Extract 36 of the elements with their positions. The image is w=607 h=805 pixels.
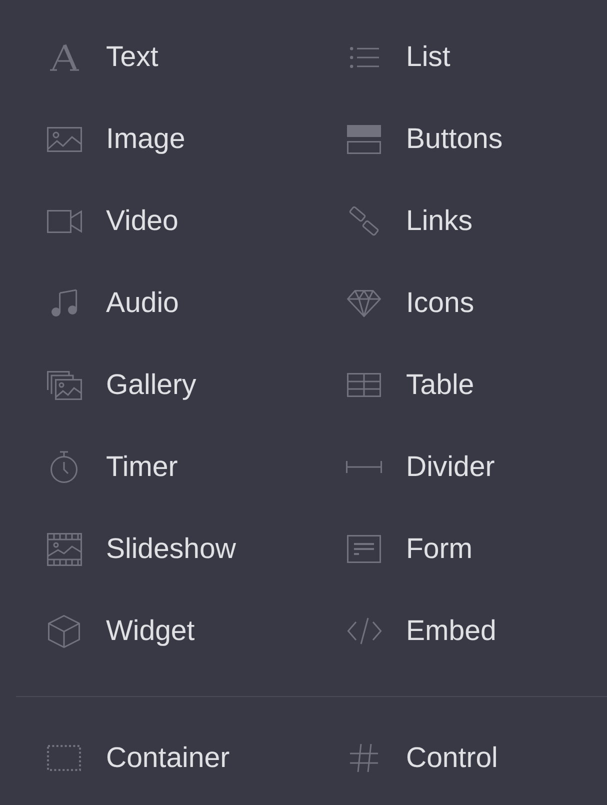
video-camera-icon (46, 210, 82, 232)
horizontal-rule-icon (346, 461, 382, 473)
palette-item[interactable]: Audio (46, 286, 179, 320)
picture-icon (46, 126, 82, 152)
music-note-icon (50, 289, 78, 317)
palette-item[interactable]: Text (46, 40, 158, 74)
code-brackets-icon (346, 617, 382, 645)
palette-item[interactable]: Icons (346, 286, 474, 320)
chain-link-icon (348, 206, 380, 236)
palette-item[interactable]: Widget (46, 614, 195, 648)
palette-item[interactable]: Links (346, 204, 473, 238)
hash-icon (349, 743, 379, 773)
film-strip-icon (46, 532, 82, 566)
dashed-box-icon (47, 745, 81, 771)
palette-item[interactable]: Image (46, 122, 186, 156)
palette-item[interactable]: Container (46, 742, 230, 774)
palette-item[interactable]: Slideshow (46, 532, 236, 566)
diamond-icon (347, 290, 381, 316)
cube-icon (48, 614, 80, 648)
picture-stack-icon (46, 370, 82, 400)
table-grid-icon (347, 373, 381, 397)
palette-item[interactable]: Control (346, 742, 498, 774)
stacked-buttons-icon (347, 124, 381, 154)
palette-item[interactable]: Video (46, 204, 178, 238)
palette-item[interactable]: Form (346, 532, 472, 566)
palette-item[interactable]: Timer (46, 450, 178, 484)
palette-item[interactable]: Divider (346, 450, 495, 484)
typeface-icon (50, 44, 78, 70)
list-icon (350, 46, 378, 68)
palette-item[interactable]: Table (346, 368, 474, 402)
form-icon (347, 535, 381, 563)
palette-item[interactable]: List (346, 40, 450, 74)
palette-item[interactable]: Buttons (346, 122, 503, 156)
palette-item[interactable]: Gallery (46, 368, 196, 402)
stopwatch-icon (50, 451, 78, 483)
palette-item[interactable]: Embed (346, 614, 496, 648)
